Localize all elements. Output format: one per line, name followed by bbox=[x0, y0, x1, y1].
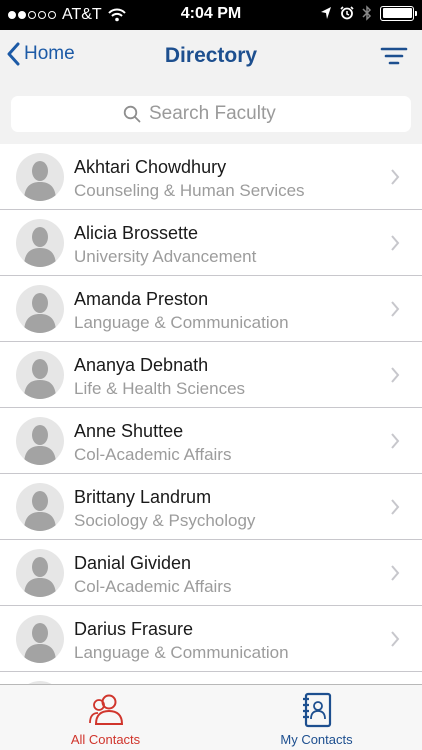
list-item[interactable]: Ananya Debnath Life & Health Sciences bbox=[0, 342, 422, 408]
list-item[interactable]: Danial Gividen Col-Academic Affairs bbox=[0, 540, 422, 606]
contact-department: Col-Academic Affairs bbox=[74, 445, 232, 464]
avatar bbox=[16, 285, 64, 333]
people-icon bbox=[88, 694, 123, 725]
contact-department: Sociology & Psychology bbox=[74, 511, 256, 530]
tab-all-contacts[interactable]: All Contacts bbox=[0, 685, 211, 750]
status-right bbox=[320, 5, 417, 21]
person-placeholder-icon bbox=[24, 425, 56, 465]
person-placeholder-icon bbox=[24, 161, 56, 201]
navigation-bar: Home Directory bbox=[0, 30, 422, 84]
list-item[interactable]: Anne Shuttee Col-Academic Affairs bbox=[0, 408, 422, 474]
contact-name: Amanda Preston bbox=[74, 289, 209, 309]
status-bar: AT&T 4:04 PM bbox=[0, 0, 422, 30]
person-placeholder-icon bbox=[24, 557, 56, 597]
avatar bbox=[16, 153, 64, 201]
chevron-right-icon bbox=[391, 565, 400, 581]
contact-name: Alicia Brossette bbox=[74, 223, 199, 243]
chevron-right-icon bbox=[391, 301, 400, 317]
contact-name: Akhtari Chowdhury bbox=[74, 157, 227, 177]
tab-label: My Contacts bbox=[280, 732, 353, 747]
faculty-list[interactable]: Akhtari Chowdhury Counseling & Human Ser… bbox=[0, 144, 422, 684]
chevron-right-icon bbox=[391, 499, 400, 515]
bluetooth-icon bbox=[362, 5, 372, 21]
list-item-partial[interactable] bbox=[0, 672, 422, 684]
contact-department: Counseling & Human Services bbox=[74, 181, 305, 200]
search-icon bbox=[123, 105, 141, 123]
search-bar-container bbox=[0, 84, 422, 144]
avatar bbox=[16, 615, 64, 663]
list-item[interactable]: Brittany Landrum Sociology & Psychology bbox=[0, 474, 422, 540]
chevron-right-icon bbox=[391, 433, 400, 449]
chevron-right-icon bbox=[391, 169, 400, 185]
alarm-clock-icon bbox=[340, 6, 354, 20]
list-item[interactable]: Darius Frasure Language & Communication bbox=[0, 606, 422, 672]
contact-department: Language & Communication bbox=[74, 643, 289, 662]
avatar bbox=[16, 351, 64, 399]
avatar bbox=[16, 219, 64, 267]
avatar bbox=[16, 549, 64, 597]
list-item[interactable]: Amanda Preston Language & Communication bbox=[0, 276, 422, 342]
list-item[interactable]: Akhtari Chowdhury Counseling & Human Ser… bbox=[0, 144, 422, 210]
contact-department: Life & Health Sciences bbox=[74, 379, 246, 398]
contact-department: University Advancement bbox=[74, 247, 257, 266]
avatar bbox=[16, 483, 64, 531]
person-placeholder-icon bbox=[24, 227, 56, 267]
battery-icon bbox=[380, 5, 417, 21]
tab-my-contacts[interactable]: My Contacts bbox=[211, 685, 422, 750]
contact-name: Darius Frasure bbox=[74, 619, 194, 639]
contact-name: Ananya Debnath bbox=[74, 355, 209, 375]
address-book-icon bbox=[302, 692, 331, 728]
contact-name: Danial Gividen bbox=[74, 553, 192, 573]
tab-label: All Contacts bbox=[70, 732, 141, 747]
contact-name: Brittany Landrum bbox=[74, 487, 212, 507]
chevron-right-icon bbox=[391, 631, 400, 647]
person-placeholder-icon bbox=[24, 293, 56, 333]
page-title: Directory bbox=[164, 44, 258, 67]
location-arrow-icon bbox=[321, 7, 331, 19]
filter-icon[interactable] bbox=[380, 44, 408, 68]
contact-department: Col-Academic Affairs bbox=[74, 577, 232, 596]
person-placeholder-icon bbox=[24, 491, 56, 531]
search-input[interactable] bbox=[149, 103, 299, 125]
tab-bar: All Contacts My Contacts bbox=[0, 684, 422, 750]
list-item[interactable]: Alicia Brossette University Advancement bbox=[0, 210, 422, 276]
chevron-right-icon bbox=[391, 235, 400, 251]
search-field[interactable] bbox=[11, 96, 411, 132]
contact-name: Anne Shuttee bbox=[74, 421, 184, 441]
avatar bbox=[16, 417, 64, 465]
person-placeholder-icon bbox=[24, 359, 56, 399]
person-placeholder-icon bbox=[24, 623, 56, 663]
chevron-right-icon bbox=[391, 367, 400, 383]
contact-department: Language & Communication bbox=[74, 313, 289, 332]
